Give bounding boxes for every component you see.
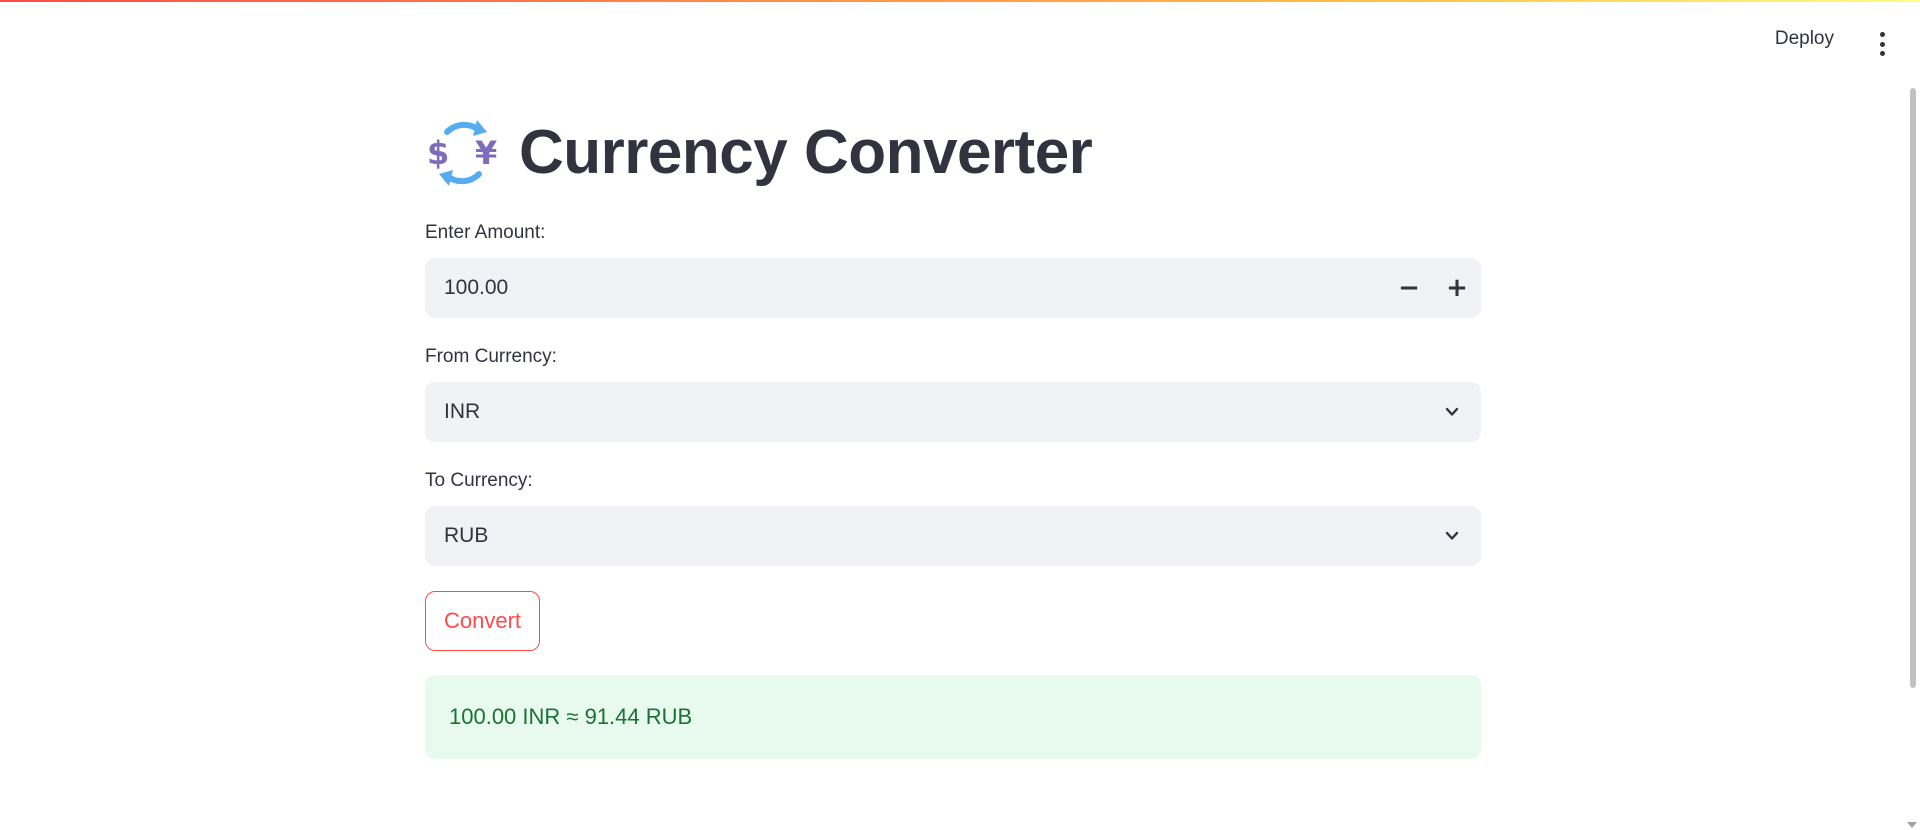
scrollbar-thumb[interactable] [1910, 88, 1916, 688]
amount-label: Enter Amount: [425, 222, 546, 243]
decrement-button[interactable]: − [1385, 258, 1433, 318]
svg-text:$: $ [427, 134, 449, 172]
chevron-down-icon [1445, 531, 1459, 540]
to-currency-value: RUB [444, 524, 489, 547]
menu-dot [1879, 41, 1885, 47]
amount-number-input[interactable]: 100.00 − + [425, 258, 1481, 318]
to-currency-select[interactable]: RUB [425, 506, 1481, 566]
page-title: Currency Converter [519, 117, 1093, 187]
menu-dot [1879, 32, 1885, 37]
to-currency-label: To Currency: [425, 470, 533, 491]
conversion-result-alert: 100.00 INR ≈ 91.44 RUB [425, 675, 1481, 759]
convert-button[interactable]: Convert [425, 591, 541, 651]
menu-dot [1879, 51, 1885, 56]
chevron-down-icon [1445, 407, 1459, 416]
main-content: $ ¥ Currency Converter Enter Amount: 100… [425, 110, 1481, 759]
increment-button[interactable]: + [1433, 258, 1481, 318]
vertical-ellipsis-icon[interactable] [1870, 30, 1894, 58]
currency-exchange-icon: $ ¥ [427, 120, 497, 186]
from-currency-value: INR [444, 400, 481, 423]
conversion-result-text: 100.00 INR ≈ 91.44 RUB [449, 704, 693, 729]
app-header: Deploy [1620, 0, 1920, 86]
svg-text:¥: ¥ [475, 134, 497, 172]
amount-input-value[interactable]: 100.00 [425, 276, 1385, 300]
scroll-down-arrow-icon[interactable] [1907, 822, 1917, 828]
from-currency-label: From Currency: [425, 346, 557, 367]
from-currency-select[interactable]: INR [425, 382, 1481, 442]
deploy-button[interactable]: Deploy [1775, 28, 1834, 50]
page-header: $ ¥ Currency Converter [425, 110, 1481, 194]
